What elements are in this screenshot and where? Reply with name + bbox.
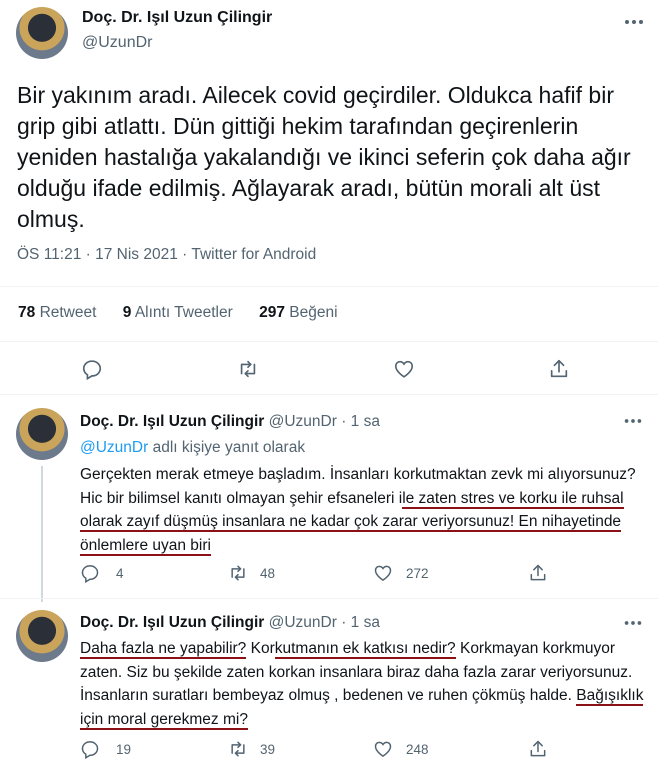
divider <box>0 341 658 342</box>
reply-header: Doç. Dr. Işıl Uzun Çilingir @UzunDr · 1 … <box>80 614 380 632</box>
tweet-stats: 78 Retweet 9 Alıntı Tweetler 297 Beğeni <box>18 304 360 322</box>
like-stat[interactable]: 297 Beğeni <box>259 304 337 321</box>
reply-author-name[interactable]: Doç. Dr. Işıl Uzun Çilingir <box>80 614 264 631</box>
retweet-count: 48 <box>260 566 276 581</box>
reply-author-handle[interactable]: @UzunDr <box>269 413 337 430</box>
reply-icon[interactable] <box>80 563 100 584</box>
reply-avatar[interactable] <box>16 610 68 662</box>
reply-icon[interactable] <box>80 739 100 760</box>
divider <box>0 598 658 599</box>
replying-to: @UzunDr adlı kişiye yanıt olarak <box>80 439 306 456</box>
like-count: 248 <box>406 742 429 757</box>
retweet-icon[interactable] <box>237 358 259 380</box>
avatar[interactable] <box>16 7 68 59</box>
share-icon[interactable] <box>528 739 548 759</box>
underlined-text: Daha fazla ne yapabilir? <box>80 640 247 659</box>
replying-to-handle[interactable]: @UzunDr <box>80 439 148 456</box>
tweet-meta[interactable]: ÖS 11:21 · 17 Nis 2021 · Twitter for And… <box>17 246 316 264</box>
retweet-count: 39 <box>260 742 276 757</box>
reply-count: 19 <box>116 742 132 757</box>
reply-time[interactable]: · 1 sa <box>341 614 380 631</box>
heart-icon[interactable] <box>373 563 393 583</box>
reply-text: Gerçekten merak etmeye başladım. İnsanla… <box>80 466 636 556</box>
reply-avatar[interactable] <box>16 408 68 460</box>
reply-header: Doç. Dr. Işıl Uzun Çilingir @UzunDr · 1 … <box>80 413 380 431</box>
divider <box>0 286 658 287</box>
tweet-text: Bir yakınım aradı. Ailecek covid geçirdi… <box>17 82 631 232</box>
divider <box>0 394 658 395</box>
reply-author-name[interactable]: Doç. Dr. Işıl Uzun Çilingir <box>80 413 264 430</box>
share-icon[interactable] <box>528 563 548 583</box>
like-count: 272 <box>406 566 429 581</box>
reply-count: 4 <box>116 566 124 581</box>
reply-icon[interactable] <box>81 358 103 381</box>
more-icon[interactable] <box>622 10 646 34</box>
retweet-icon[interactable] <box>228 739 248 759</box>
share-icon[interactable] <box>548 358 570 380</box>
heart-icon[interactable] <box>393 358 415 380</box>
quote-stat[interactable]: 9 Alıntı Tweetler <box>123 304 233 321</box>
retweet-icon[interactable] <box>228 563 248 583</box>
more-icon[interactable] <box>622 410 644 432</box>
reply-time[interactable]: · 1 sa <box>341 413 380 430</box>
underlined-text: kutmanın ek katkısı nedir? <box>274 640 456 659</box>
heart-icon[interactable] <box>373 739 393 759</box>
author-handle[interactable]: @UzunDr <box>82 34 152 52</box>
author-name[interactable]: Doç. Dr. Işıl Uzun Çilingir <box>82 9 272 27</box>
reply-text: Daha fazla ne yapabilir? Korkutmanın ek … <box>80 640 644 730</box>
reply-author-handle[interactable]: @UzunDr <box>269 614 337 631</box>
retweet-stat[interactable]: 78 Retweet <box>18 304 96 321</box>
thread-line <box>41 466 43 602</box>
more-icon[interactable] <box>622 612 644 634</box>
